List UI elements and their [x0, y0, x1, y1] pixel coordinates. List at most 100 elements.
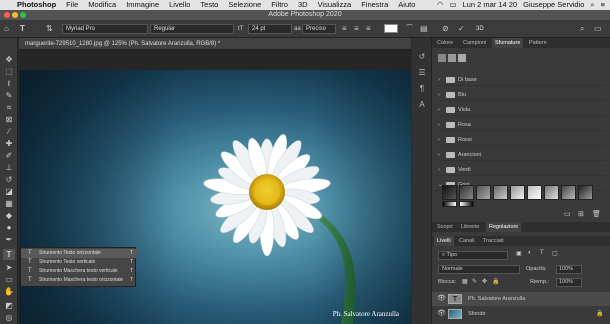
text-color-swatch[interactable] [384, 24, 398, 33]
commit-icon[interactable]: ✓ [458, 20, 465, 38]
brush-tool-icon[interactable]: ✐ [3, 150, 15, 161]
font-family-select[interactable]: Myriad Pro [62, 24, 148, 34]
align-center-icon[interactable]: ≡ [354, 20, 359, 38]
quick-mask-icon[interactable]: ◎ [3, 312, 15, 323]
gradient-group-viola[interactable]: › Viola [436, 104, 606, 116]
user-name[interactable]: Giuseppe Servidio [520, 0, 587, 10]
tab-librerie[interactable]: Librerie [458, 222, 482, 232]
path-select-tool-icon[interactable]: ➤ [3, 262, 15, 273]
history-brush-tool-icon[interactable]: ↺ [3, 174, 15, 185]
lock-pixels-icon[interactable]: ▦ [462, 278, 468, 285]
tab-colore[interactable]: Colore [434, 38, 456, 48]
menu-testo[interactable]: Testo [195, 0, 223, 10]
filter-adjust-icon[interactable]: ◐ [528, 250, 532, 256]
font-size-select[interactable]: 24 pt [248, 24, 292, 34]
font-style-select[interactable]: Regular [150, 24, 234, 34]
tab-sfumature[interactable]: Sfumature [492, 38, 524, 48]
foreground-color-swatch[interactable]: ◩ [3, 300, 15, 311]
menu-livello[interactable]: Livello [164, 0, 195, 10]
flyout-item-vertical-type[interactable]: T Strumento Testo verticale T [21, 258, 137, 267]
clock-text[interactable]: Lun 2 mar 14 20 [459, 0, 520, 10]
pen-tool-icon[interactable]: ✒ [3, 234, 15, 245]
gradient-group-rossi[interactable]: › Rossi [436, 134, 606, 146]
flyout-item-vertical-mask[interactable]: T Strumento Maschera testo verticale T [21, 267, 137, 276]
search-icon[interactable]: ⌕ [580, 20, 584, 38]
gradient-swatch[interactable] [459, 201, 474, 207]
trash-icon[interactable]: 🗑 [592, 210, 601, 218]
layer-filter-search[interactable]: ⌕ Tipo [438, 251, 508, 260]
history-icon[interactable]: ↺ [416, 52, 428, 61]
marquee-tool-icon[interactable]: ⬚ [3, 66, 15, 77]
gradient-group-verdi[interactable]: › Verdi [436, 164, 606, 176]
3d-button[interactable]: 3D [476, 20, 484, 38]
character-panel-icon[interactable]: ▤ [420, 20, 428, 38]
flyout-item-horizontal-type[interactable]: T Strumento Testo orizzontale T [21, 249, 137, 258]
fill-field[interactable]: 100% [556, 278, 582, 287]
gradient-swatch[interactable] [544, 185, 559, 200]
character-icon[interactable]: A [416, 100, 428, 109]
gradient-swatch[interactable] [493, 185, 508, 200]
menu-3d[interactable]: 3D [293, 0, 313, 10]
type-tool-icon[interactable]: T [3, 249, 15, 260]
workspace-icon[interactable]: ▭ [594, 20, 602, 38]
cancel-icon[interactable]: ⊘ [442, 20, 449, 38]
rectangle-tool-icon[interactable]: ▭ [3, 274, 15, 285]
flyout-item-horizontal-mask[interactable]: T Strumento Maschera testo orizzontale T [21, 276, 137, 285]
layer-row-text[interactable]: 👁 T Ph. Salvatore Aranzulla [432, 292, 610, 306]
hand-tool-icon[interactable]: ✋ [3, 286, 15, 297]
gradient-swatch[interactable] [476, 185, 491, 200]
document-tab[interactable]: marguerite-729510_1280.jpg @ 125% (Ph. S… [19, 38, 411, 50]
photo-credit-text[interactable]: Ph. Salvatore Aranzulla [333, 310, 399, 318]
gradient-swatch[interactable] [459, 185, 474, 200]
tab-tracciati[interactable]: Tracciati [480, 236, 507, 246]
gradient-swatch[interactable] [510, 185, 525, 200]
tab-canali[interactable]: Canali [456, 236, 478, 246]
gradient-swatch[interactable] [561, 185, 576, 200]
tab-livelli[interactable]: Livelli [434, 236, 454, 246]
menu-visualizza[interactable]: Visualizza [313, 0, 357, 10]
tab-pattern[interactable]: Pattern [526, 38, 550, 48]
text-orientation-icon[interactable]: ⇅ [46, 20, 53, 38]
menu-modifica[interactable]: Modifica [83, 0, 121, 10]
gradient-preview-swatch[interactable] [438, 54, 446, 62]
menu-immagine[interactable]: Immagine [121, 0, 164, 10]
folder-new-icon[interactable]: ▭ [564, 210, 571, 218]
gradient-preview-swatch[interactable] [458, 54, 466, 62]
new-gradient-icon[interactable]: ⊞ [578, 210, 584, 218]
opacity-field[interactable]: 100% [556, 265, 582, 274]
frame-tool-icon[interactable]: ⊠ [3, 114, 15, 125]
wifi-icon[interactable]: ◠ [434, 0, 447, 10]
battery-icon[interactable]: ▭ [446, 0, 459, 10]
tab-regolazioni[interactable]: Regolazioni [486, 222, 521, 232]
layer-name[interactable]: Ph. Salvatore Aranzulla [468, 292, 525, 306]
layer-row-background[interactable]: 👁 Sfondo 🔒 [432, 307, 610, 321]
warp-text-icon[interactable]: ⌒ [406, 20, 413, 38]
gradient-swatch[interactable] [442, 185, 457, 200]
filter-image-icon[interactable]: ▣ [516, 250, 522, 257]
stamp-tool-icon[interactable]: ⊥ [3, 162, 15, 173]
eyedropper-tool-icon[interactable]: ⁄ [3, 126, 15, 137]
layer-name[interactable]: Sfondo [468, 307, 485, 321]
filter-shape-icon[interactable]: ▢ [552, 250, 558, 257]
eraser-tool-icon[interactable]: ◪ [3, 186, 15, 197]
gradient-swatch[interactable] [527, 185, 542, 200]
quick-select-tool-icon[interactable]: ✎ [3, 90, 15, 101]
move-tool-icon[interactable]: ✥ [3, 54, 15, 65]
blend-mode-select[interactable]: Normale [438, 265, 520, 274]
filter-type-icon[interactable]: T [540, 250, 544, 256]
menu-finestra[interactable]: Finestra [356, 0, 393, 10]
gradient-group-di-base[interactable]: › Di base [436, 74, 606, 86]
control-center-icon[interactable]: ≡ [598, 0, 608, 10]
align-right-icon[interactable]: ≡ [366, 20, 371, 38]
menu-photoshop[interactable]: Photoshop [12, 0, 61, 10]
menu-selezione[interactable]: Selezione [223, 0, 266, 10]
paragraph-icon[interactable]: ¶ [416, 84, 428, 93]
lock-move-icon[interactable]: ✥ [482, 278, 487, 285]
text-tool-icon[interactable]: T [20, 20, 25, 38]
dodge-tool-icon[interactable]: ● [3, 222, 15, 233]
home-icon[interactable]: ⌂ [4, 20, 9, 38]
lock-all-icon[interactable]: 🔒 [492, 278, 499, 285]
crop-tool-icon[interactable]: ⌗ [3, 102, 15, 113]
align-left-icon[interactable]: ≡ [342, 20, 347, 38]
gradient-swatch[interactable] [578, 185, 593, 200]
